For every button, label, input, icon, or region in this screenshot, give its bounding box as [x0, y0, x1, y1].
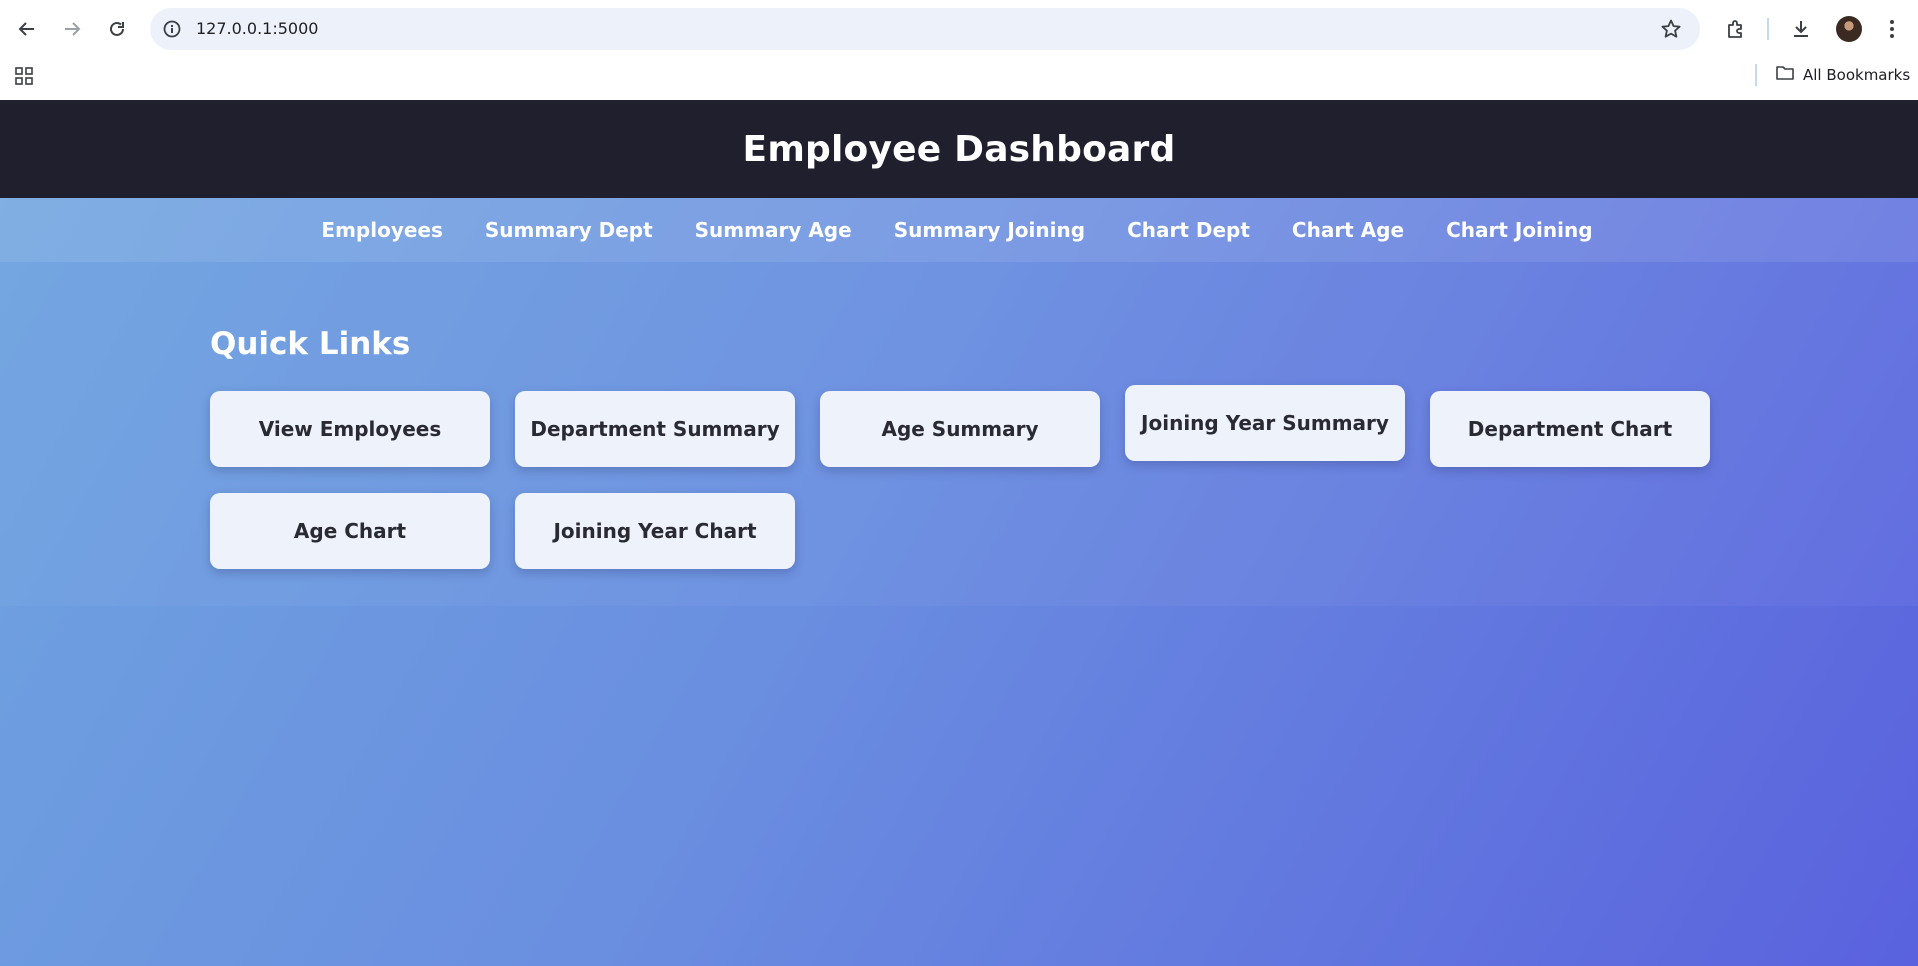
all-bookmarks-button[interactable]: All Bookmarks — [1775, 65, 1910, 85]
bookmarks-divider — [1755, 64, 1757, 86]
extensions-icon[interactable] — [1722, 15, 1750, 43]
quick-link-joining-year-chart[interactable]: Joining Year Chart — [515, 493, 795, 569]
toolbar-divider — [1767, 18, 1769, 40]
forward-icon[interactable] — [57, 14, 87, 44]
browser-toolbar: 127.0.0.1:5000 — [0, 0, 1918, 58]
quick-link-view-employees[interactable]: View Employees — [210, 391, 490, 467]
site-info-icon[interactable] — [162, 19, 182, 39]
url-text[interactable]: 127.0.0.1:5000 — [196, 19, 318, 39]
nav-employees[interactable]: Employees — [321, 218, 442, 242]
page-title: Employee Dashboard — [742, 128, 1176, 170]
nav-summary-dept[interactable]: Summary Dept — [485, 218, 653, 242]
bookmark-star-icon[interactable] — [1660, 18, 1682, 40]
profile-avatar[interactable] — [1836, 16, 1862, 42]
address-bar[interactable]: 127.0.0.1:5000 — [150, 8, 1700, 50]
quick-links-section: Quick Links View Employees Department Su… — [0, 262, 1918, 606]
quick-link-age-chart[interactable]: Age Chart — [210, 493, 490, 569]
quick-link-joining-year-summary[interactable]: Joining Year Summary — [1125, 385, 1405, 461]
download-icon[interactable] — [1787, 15, 1815, 43]
back-icon[interactable] — [12, 14, 42, 44]
apps-icon[interactable] — [14, 66, 34, 86]
nav-chart-dept[interactable]: Chart Dept — [1127, 218, 1250, 242]
dashboard-header: Employee Dashboard — [0, 100, 1918, 198]
nav-chart-age[interactable]: Chart Age — [1292, 218, 1404, 242]
folder-icon — [1775, 64, 1795, 86]
quick-link-department-chart[interactable]: Department Chart — [1430, 391, 1710, 467]
menu-icon[interactable] — [1878, 15, 1906, 43]
main-nav: Employees Summary Dept Summary Age Summa… — [0, 198, 1918, 262]
nav-summary-age[interactable]: Summary Age — [695, 218, 852, 242]
quick-link-age-summary[interactable]: Age Summary — [820, 391, 1100, 467]
page: Employee Dashboard Employees Summary Dep… — [0, 100, 1918, 966]
quick-link-department-summary[interactable]: Department Summary — [515, 391, 795, 467]
bookmarks-bar — [0, 58, 1918, 100]
all-bookmarks-label: All Bookmarks — [1803, 66, 1911, 84]
quick-links-title: Quick Links — [210, 326, 411, 362]
nav-chart-joining[interactable]: Chart Joining — [1446, 218, 1592, 242]
nav-summary-joining[interactable]: Summary Joining — [894, 218, 1085, 242]
reload-icon[interactable] — [102, 14, 132, 44]
